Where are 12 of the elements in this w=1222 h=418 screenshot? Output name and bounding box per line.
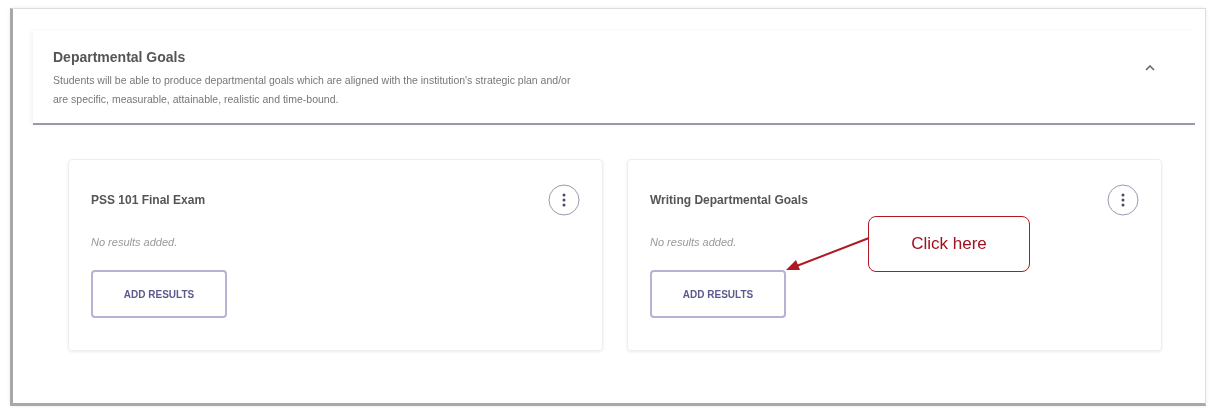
more-options-icon[interactable] — [548, 184, 580, 216]
callout: Click here — [868, 216, 1030, 272]
collapse-caret-icon[interactable] — [1145, 65, 1155, 71]
status-text: No results added. — [650, 236, 737, 248]
section-title: Departmental Goals — [53, 49, 186, 65]
card-title: PSS 101 Final Exam — [91, 193, 206, 207]
card-title: Writing Departmental Goals — [650, 193, 808, 207]
add-results-button[interactable]: ADD RESULTS — [91, 270, 227, 318]
more-options-icon[interactable] — [1107, 184, 1139, 216]
add-results-button[interactable]: ADD RESULTS — [650, 270, 786, 318]
status-text: No results added. — [91, 236, 178, 248]
section-description: Students will be able to produce departmental goals which are aligned with the institution's strategic plan and/or are specific, measurable, attainable, realistic and time-bound. — [53, 73, 572, 107]
